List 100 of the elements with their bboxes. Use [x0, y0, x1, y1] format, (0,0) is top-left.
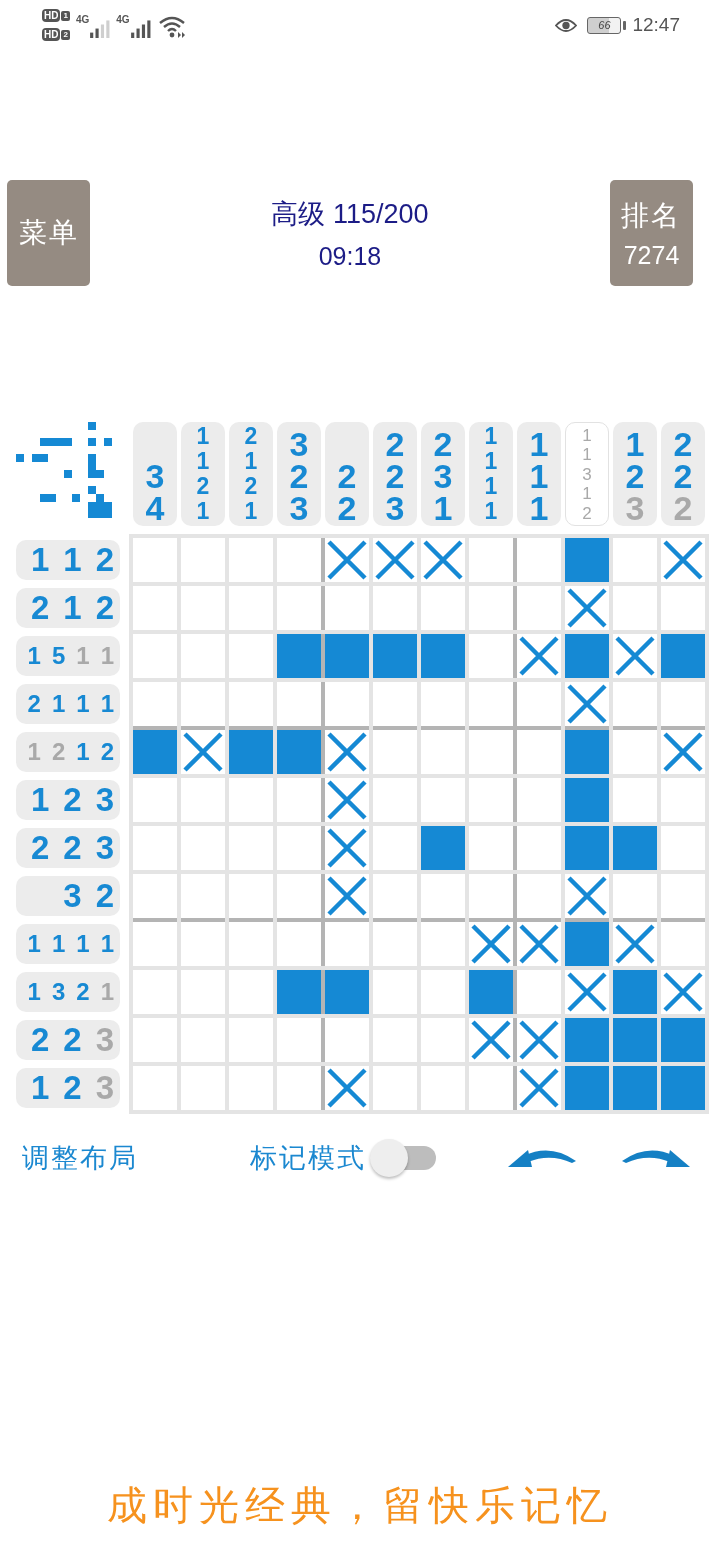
grid-cell[interactable]: [229, 1018, 273, 1062]
filled-cell[interactable]: [565, 778, 609, 822]
filled-cell[interactable]: [565, 538, 609, 582]
grid-cell[interactable]: [133, 874, 177, 918]
grid-cell[interactable]: [661, 586, 705, 630]
rank-button[interactable]: 排名 7274: [610, 180, 693, 286]
grid-cell[interactable]: [565, 586, 609, 630]
grid-cell[interactable]: [373, 586, 417, 630]
filled-cell[interactable]: [565, 826, 609, 870]
grid-cell[interactable]: [229, 682, 273, 726]
grid-cell[interactable]: [133, 1018, 177, 1062]
filled-cell[interactable]: [373, 634, 417, 678]
grid-cell[interactable]: [133, 538, 177, 582]
redo-button[interactable]: [620, 1147, 690, 1169]
grid-cell[interactable]: [277, 874, 321, 918]
grid-cell[interactable]: [277, 682, 321, 726]
filled-cell[interactable]: [661, 1018, 705, 1062]
grid-cell[interactable]: [181, 538, 225, 582]
grid-cell[interactable]: [229, 538, 273, 582]
grid-cell[interactable]: [181, 634, 225, 678]
grid-cell[interactable]: [181, 586, 225, 630]
menu-button[interactable]: 菜单: [7, 180, 90, 286]
grid-cell[interactable]: [613, 778, 657, 822]
filled-cell[interactable]: [565, 634, 609, 678]
grid-cell[interactable]: [373, 1018, 417, 1062]
grid-cell[interactable]: [133, 1066, 177, 1110]
grid-cell[interactable]: [469, 874, 513, 918]
grid-cell[interactable]: [613, 586, 657, 630]
grid-cell[interactable]: [277, 586, 321, 630]
grid-cell[interactable]: [373, 1066, 417, 1110]
grid-cell[interactable]: [469, 586, 513, 630]
grid-cell[interactable]: [229, 826, 273, 870]
grid-cell[interactable]: [229, 970, 273, 1014]
grid-cell[interactable]: [277, 538, 321, 582]
filled-cell[interactable]: [613, 1066, 657, 1110]
grid-cell[interactable]: [613, 682, 657, 726]
grid-cell[interactable]: [181, 682, 225, 726]
grid-cell[interactable]: [661, 874, 705, 918]
grid-cell[interactable]: [469, 634, 513, 678]
grid-cell[interactable]: [373, 874, 417, 918]
filled-cell[interactable]: [421, 826, 465, 870]
grid-cell[interactable]: [469, 1066, 513, 1110]
grid-cell[interactable]: [661, 778, 705, 822]
grid-cell[interactable]: [469, 682, 513, 726]
grid-cell[interactable]: [133, 970, 177, 1014]
grid-cell[interactable]: [277, 826, 321, 870]
mark-mode-toggle[interactable]: [370, 1138, 436, 1178]
grid-cell[interactable]: [133, 826, 177, 870]
filled-cell[interactable]: [421, 634, 465, 678]
filled-cell[interactable]: [565, 1018, 609, 1062]
grid-cell[interactable]: [181, 1018, 225, 1062]
grid-cell[interactable]: [421, 1018, 465, 1062]
adjust-layout-button[interactable]: 调整布局: [22, 1140, 138, 1176]
grid-cell[interactable]: [421, 874, 465, 918]
grid-cell[interactable]: [421, 778, 465, 822]
filled-cell[interactable]: [277, 634, 321, 678]
grid-cell[interactable]: [133, 682, 177, 726]
grid-cell[interactable]: [661, 538, 705, 582]
grid-cell[interactable]: [277, 1066, 321, 1110]
grid-cell[interactable]: [469, 826, 513, 870]
grid-cell[interactable]: [565, 874, 609, 918]
grid-cell[interactable]: [421, 586, 465, 630]
grid-cell[interactable]: [181, 778, 225, 822]
grid-cell[interactable]: [613, 538, 657, 582]
grid-cell[interactable]: [181, 970, 225, 1014]
grid-cell[interactable]: [373, 970, 417, 1014]
grid-cell[interactable]: [613, 634, 657, 678]
grid-cell[interactable]: [421, 970, 465, 1014]
grid-cell[interactable]: [133, 634, 177, 678]
grid-cell[interactable]: [229, 1066, 273, 1110]
grid-cell[interactable]: [661, 970, 705, 1014]
grid-cell[interactable]: [469, 778, 513, 822]
grid-cell[interactable]: [133, 586, 177, 630]
grid-cell[interactable]: [229, 874, 273, 918]
filled-cell[interactable]: [613, 970, 657, 1014]
grid-cell[interactable]: [373, 778, 417, 822]
grid-cell[interactable]: [469, 1018, 513, 1062]
grid-cell[interactable]: [229, 634, 273, 678]
grid-cell[interactable]: [421, 538, 465, 582]
grid-cell[interactable]: [373, 682, 417, 726]
grid-cell[interactable]: [181, 826, 225, 870]
undo-button[interactable]: [508, 1147, 578, 1169]
grid-cell[interactable]: [229, 778, 273, 822]
grid-cell[interactable]: [565, 970, 609, 1014]
filled-cell[interactable]: [613, 826, 657, 870]
grid-cell[interactable]: [277, 1018, 321, 1062]
filled-cell[interactable]: [565, 1066, 609, 1110]
grid-cell[interactable]: [613, 874, 657, 918]
filled-cell[interactable]: [469, 970, 513, 1014]
filled-cell[interactable]: [277, 970, 321, 1014]
filled-cell[interactable]: [661, 634, 705, 678]
filled-cell[interactable]: [613, 1018, 657, 1062]
grid-cell[interactable]: [181, 1066, 225, 1110]
grid-cell[interactable]: [373, 826, 417, 870]
grid-cell[interactable]: [373, 538, 417, 582]
grid-cell[interactable]: [469, 538, 513, 582]
grid-cell[interactable]: [133, 778, 177, 822]
grid-cell[interactable]: [421, 1066, 465, 1110]
grid-cell[interactable]: [661, 826, 705, 870]
grid-cell[interactable]: [181, 874, 225, 918]
